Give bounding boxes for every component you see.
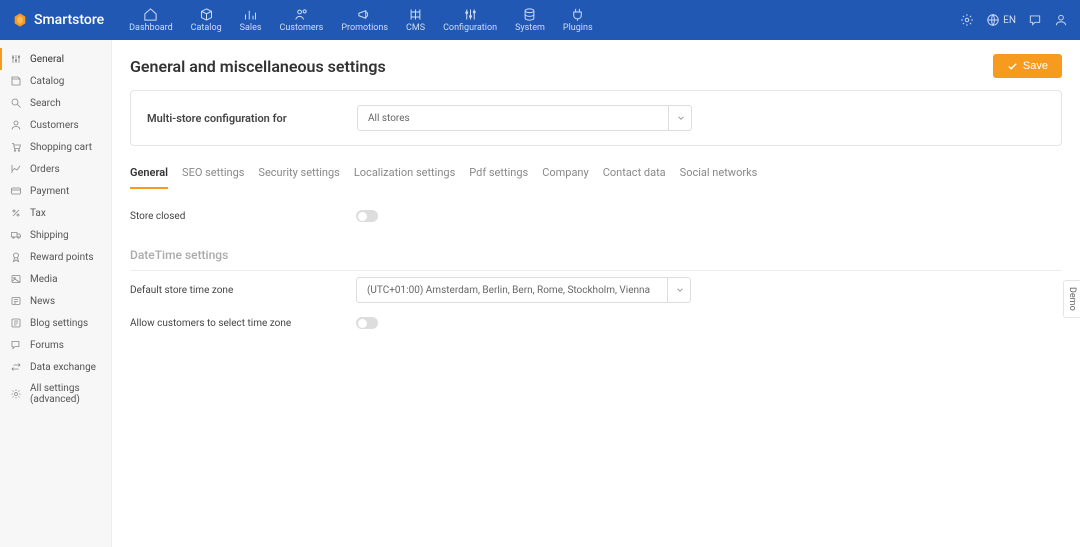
topnav-plugins[interactable]: Plugins [554,5,602,35]
sidebar: General Catalog Search Customers Shoppin… [0,40,112,547]
brand-name: Smartstore [34,12,104,28]
datetime-heading: DateTime settings [130,248,1062,271]
sidebar-item-blog[interactable]: Blog settings [0,312,111,334]
topnav-system[interactable]: System [506,5,554,35]
field-timezone: Default store time zone (UTC+01:00) Amst… [130,271,1062,309]
topnav: Dashboard Catalog Sales Customers Promot… [120,5,601,35]
sidebar-item-media[interactable]: Media [0,268,111,290]
sidebar-item-orders[interactable]: Orders [0,158,111,180]
tab-localization[interactable]: Localization settings [354,162,455,189]
allow-timezone-toggle[interactable] [356,317,378,329]
multistore-card: Multi-store configuration for All stores [130,90,1062,146]
topnav-catalog[interactable]: Catalog [182,5,231,35]
brand-icon [12,12,28,28]
tab-social[interactable]: Social networks [680,162,758,189]
sidebar-item-forums[interactable]: Forums [0,334,111,356]
sidebar-item-search[interactable]: Search [0,92,111,114]
sidebar-item-reward[interactable]: Reward points [0,246,111,268]
sidebar-item-tax[interactable]: Tax [0,202,111,224]
topnav-cms[interactable]: CMS [397,5,434,35]
sidebar-item-allsettings[interactable]: All settings (advanced) [0,378,111,410]
demo-tab[interactable]: Demo [1063,280,1080,318]
tab-contact[interactable]: Contact data [603,162,666,189]
allow-timezone-label: Allow customers to select time zone [130,318,356,329]
sidebar-item-payment[interactable]: Payment [0,180,111,202]
sidebar-item-dataexchange[interactable]: Data exchange [0,356,111,378]
main-content: General and miscellaneous settings Save … [112,40,1080,547]
topnav-customers[interactable]: Customers [271,5,333,35]
sidebar-item-cart[interactable]: Shopping cart [0,136,111,158]
sidebar-item-general[interactable]: General [0,48,111,70]
tab-company[interactable]: Company [542,162,589,189]
topnav-sales[interactable]: Sales [231,5,271,35]
topnav-configuration[interactable]: Configuration [434,5,506,35]
sidebar-item-shipping[interactable]: Shipping [0,224,111,246]
check-icon [1007,61,1018,72]
topbar: Smartstore Dashboard Catalog Sales Custo… [0,0,1080,40]
tab-seo[interactable]: SEO settings [182,162,244,189]
multistore-label: Multi-store configuration for [147,112,357,125]
help-icon[interactable] [1028,13,1042,27]
timezone-select[interactable]: (UTC+01:00) Amsterdam, Berlin, Bern, Rom… [356,277,691,303]
brand-logo[interactable]: Smartstore [12,12,104,28]
field-allow-timezone: Allow customers to select time zone [130,309,1062,337]
settings-tabs: General SEO settings Security settings L… [130,162,1062,190]
tab-general[interactable]: General [130,162,168,189]
store-closed-toggle[interactable] [356,210,378,222]
sidebar-item-customers[interactable]: Customers [0,114,111,136]
store-closed-label: Store closed [130,211,356,222]
timezone-label: Default store time zone [130,285,356,296]
sidebar-item-news[interactable]: News [0,290,111,312]
field-store-closed: Store closed [130,202,1062,230]
gear-icon[interactable] [960,13,974,27]
tab-security[interactable]: Security settings [258,162,339,189]
topnav-dashboard[interactable]: Dashboard [120,5,182,35]
page-title: General and miscellaneous settings [130,57,386,76]
multistore-select[interactable]: All stores [357,105,692,131]
tab-pdf[interactable]: Pdf settings [469,162,528,189]
topnav-promotions[interactable]: Promotions [332,5,397,35]
topbar-right: EN [960,13,1068,27]
save-button[interactable]: Save [993,54,1062,78]
sidebar-item-catalog[interactable]: Catalog [0,70,111,92]
user-icon[interactable] [1054,13,1068,27]
language-selector[interactable]: EN [986,13,1016,27]
